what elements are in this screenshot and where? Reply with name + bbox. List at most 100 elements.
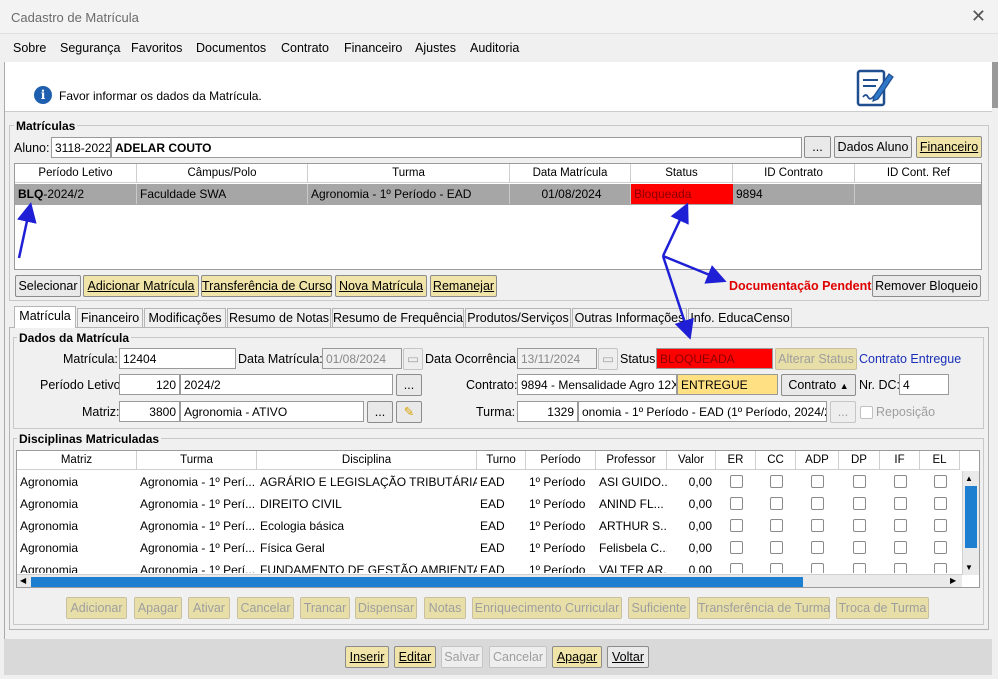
table-row[interactable]: Agronomia Agronomia - 1º Perí... DIREITO C… [17, 493, 962, 515]
h-scroll-thumb[interactable] [31, 577, 803, 587]
row-checkbox[interactable] [770, 475, 783, 488]
disc-ativar-button[interactable]: Ativar [188, 597, 230, 619]
col-turma[interactable]: Turma [308, 164, 510, 183]
disc-trancar-button[interactable]: Trancar [300, 597, 350, 619]
tab-outras-informacoes[interactable]: Outras Informações [572, 308, 687, 327]
alterar-status-button[interactable]: Alterar Status [775, 348, 857, 370]
scroll-up-icon[interactable]: ▲ [965, 474, 973, 483]
row-checkbox[interactable] [730, 563, 743, 573]
table-row[interactable]: Agronomia Agronomia - 1º Perí... Física Ge… [17, 537, 962, 559]
vertical-scrollbar[interactable]: ▲ ▼ [962, 471, 979, 575]
periodo-code-field[interactable]: 120 [119, 374, 180, 395]
row-checkbox[interactable] [894, 497, 907, 510]
menu-contrato[interactable]: Contrato [281, 41, 329, 55]
reposicao-checkbox[interactable] [860, 406, 873, 419]
row-checkbox[interactable] [730, 541, 743, 554]
row-checkbox[interactable] [853, 541, 866, 554]
menu-favoritos[interactable]: Favoritos [131, 41, 182, 55]
row-checkbox[interactable] [934, 475, 947, 488]
table-row[interactable]: Agronomia Agronomia - 1º Perí... AGRÁRIO E… [17, 471, 962, 493]
row-checkbox[interactable] [894, 563, 907, 573]
nova-matricula-button[interactable]: Nova Matrícula [335, 275, 427, 297]
disc-troca-turma-button[interactable]: Troca de Turma [836, 597, 929, 619]
tab-modificacoes[interactable]: Modificações [144, 308, 226, 327]
tab-financeiro[interactable]: Financeiro [77, 308, 143, 327]
col-periodo[interactable]: Período [526, 451, 596, 470]
horizontal-scrollbar[interactable]: ◀ ▶ [17, 574, 962, 587]
row-checkbox[interactable] [934, 497, 947, 510]
remover-bloqueio-button[interactable]: Remover Bloqueio [872, 275, 981, 297]
close-icon[interactable]: ✕ [971, 6, 986, 27]
tab-info-educacenso[interactable]: Info. EducaCenso [688, 308, 792, 327]
row-checkbox[interactable] [770, 497, 783, 510]
nr-dc-field[interactable]: 4 [899, 374, 949, 395]
col-status[interactable]: Status [631, 164, 733, 183]
row-checkbox[interactable] [934, 541, 947, 554]
matriz-code-field[interactable]: 3800 [119, 401, 180, 422]
scroll-left-icon[interactable]: ◀ [20, 576, 26, 585]
disc-adicionar-button[interactable]: Adicionar [66, 597, 127, 619]
contrato-button[interactable]: Contrato ▲ [781, 374, 856, 396]
row-checkbox[interactable] [853, 519, 866, 532]
aluno-code-field[interactable]: 3118-2022 [51, 137, 111, 158]
row-checkbox[interactable] [811, 563, 824, 573]
selecionar-button[interactable]: Selecionar [15, 275, 81, 297]
row-checkbox[interactable] [934, 519, 947, 532]
row-checkbox[interactable] [934, 563, 947, 573]
menu-documentos[interactable]: Documentos [196, 41, 266, 55]
row-checkbox[interactable] [770, 519, 783, 532]
menu-sobre[interactable]: Sobre [13, 41, 46, 55]
data-matricula-field[interactable]: 01/08/2024 [322, 348, 402, 369]
row-checkbox[interactable] [853, 475, 866, 488]
turma-search-button[interactable]: ... [830, 401, 856, 423]
table-row[interactable]: Agronomia Agronomia - 1º Perí... FUNDAMENT… [17, 559, 962, 573]
scroll-down-icon[interactable]: ▼ [965, 563, 973, 572]
disc-dispensar-button[interactable]: Dispensar [355, 597, 417, 619]
tab-matricula[interactable]: Matrícula [14, 306, 76, 328]
row-checkbox[interactable] [894, 541, 907, 554]
matriz-search-button[interactable]: ... [367, 401, 393, 423]
aluno-name-field[interactable]: ADELAR COUTO [111, 137, 802, 158]
row-checkbox[interactable] [811, 541, 824, 554]
row-checkbox[interactable] [811, 519, 824, 532]
voltar-button[interactable]: Voltar [607, 646, 649, 668]
col-data-matricula[interactable]: Data Matrícula [510, 164, 631, 183]
row-checkbox[interactable] [730, 497, 743, 510]
data-ocorrencia-field[interactable]: 13/11/2024 [517, 348, 597, 369]
row-checkbox[interactable] [730, 475, 743, 488]
apagar-button[interactable]: Apagar [552, 646, 602, 668]
menu-financeiro[interactable]: Financeiro [344, 41, 402, 55]
status-field[interactable]: BLOQUEADA [656, 348, 773, 369]
row-checkbox[interactable] [894, 475, 907, 488]
calendar-icon[interactable]: ▭ [403, 348, 423, 370]
col-el[interactable]: EL [920, 451, 960, 470]
tab-resumo-frequencia[interactable]: Resumo de Frequência [332, 308, 464, 327]
inserir-button[interactable]: Inserir [345, 646, 389, 668]
pencil-edit-icon[interactable]: ✎ [396, 401, 422, 423]
row-checkbox[interactable] [811, 475, 824, 488]
col-adp[interactable]: ADP [796, 451, 839, 470]
row-checkbox[interactable] [730, 519, 743, 532]
menu-seguranca[interactable]: Segurança [60, 41, 120, 55]
disc-suficiente-button[interactable]: Suficiente [628, 597, 690, 619]
financeiro-button[interactable]: Financeiro [916, 136, 982, 158]
disc-transferencia-turma-button[interactable]: Transferência de Turma [697, 597, 830, 619]
cancelar-button[interactable]: Cancelar [489, 646, 547, 668]
contrato-status-field[interactable]: ENTREGUE [677, 374, 778, 395]
matricula-field[interactable]: 12404 [119, 348, 236, 369]
window-scrollbar[interactable] [992, 62, 998, 108]
table-row[interactable]: Agronomia Agronomia - 1º Perí... Ecologia … [17, 515, 962, 537]
periodo-search-button[interactable]: ... [396, 374, 422, 396]
row-checkbox[interactable] [770, 541, 783, 554]
col-turno[interactable]: Turno [477, 451, 526, 470]
row-checkbox[interactable] [811, 497, 824, 510]
periodo-field[interactable]: 2024/2 [180, 374, 393, 395]
menu-ajustes[interactable]: Ajustes [415, 41, 456, 55]
contrato-field[interactable]: 9894 - Mensalidade Agro 12X [517, 374, 677, 395]
col-disciplina[interactable]: Disciplina [257, 451, 477, 470]
tab-produtos-servicos[interactable]: Produtos/Serviços [465, 308, 571, 327]
disc-apagar-button[interactable]: Apagar [134, 597, 182, 619]
transferencia-curso-button[interactable]: Transferência de Curso [201, 275, 332, 297]
col-matriz[interactable]: Matriz [17, 451, 137, 470]
salvar-button[interactable]: Salvar [441, 646, 483, 668]
